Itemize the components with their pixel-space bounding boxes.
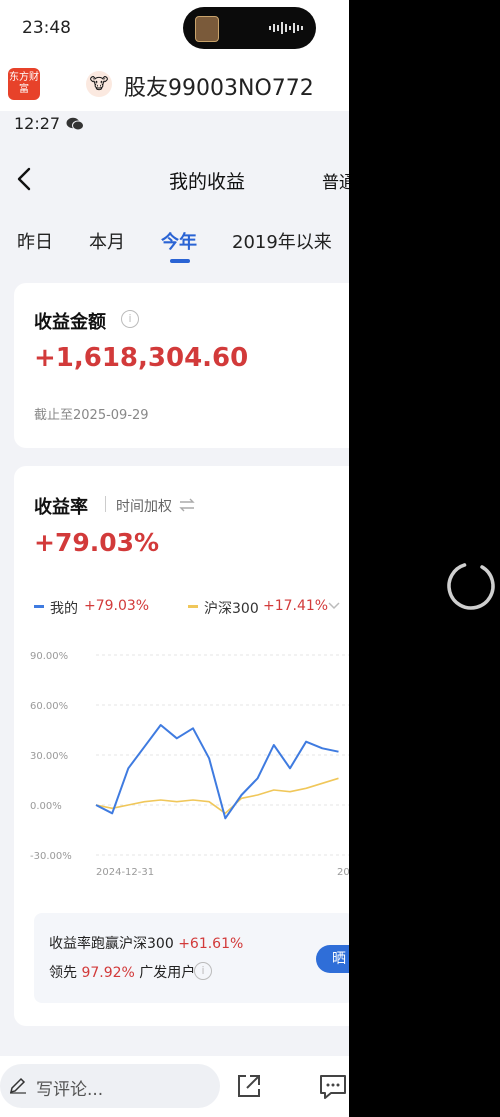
lead-suffix: 广发用户 <box>139 965 196 981</box>
media-thumbnail <box>195 16 219 42</box>
comment-input[interactable] <box>0 1064 220 1108</box>
dynamic-island[interactable] <box>183 7 316 49</box>
profit-title: 收益金额 <box>34 312 106 333</box>
app-logo[interactable]: 东方财富 <box>8 68 40 100</box>
phone-screen: 23:48 东方财富 🐮 股友99003NO772 12:27 我的收益 普通 … <box>0 0 349 1117</box>
swap-icon[interactable] <box>179 498 195 512</box>
avatar[interactable]: 🐮 <box>86 71 112 97</box>
series-line-hs300 <box>95 777 339 815</box>
y-tick-label: 60.00% <box>30 701 68 712</box>
summary-box <box>34 913 349 1003</box>
pencil-icon <box>9 1077 26 1094</box>
profit-amount: +1,618,304.60 <box>34 343 249 373</box>
status-time: 23:48 <box>22 18 71 38</box>
share-icon[interactable] <box>236 1073 262 1099</box>
beat-value: +61.61% <box>178 936 244 952</box>
y-tick-label: 30.00% <box>30 751 68 762</box>
sub-status-time: 12:27 <box>14 114 61 133</box>
y-tick-label: 90.00% <box>30 651 68 662</box>
black-overlay <box>349 0 500 1117</box>
x-tick-label: 20 <box>337 867 349 878</box>
tab-since-2019[interactable]: 2019年以来 <box>232 228 332 254</box>
x-tick-label: 2024-12-31 <box>96 867 154 878</box>
share-button[interactable]: 晒 <box>316 945 349 973</box>
y-tick-label: 0.00% <box>30 801 62 812</box>
time-weighted-toggle[interactable]: 时间加权 <box>116 496 172 516</box>
legend-hs300-swatch <box>188 605 198 608</box>
tab-this-month[interactable]: 本月 <box>89 228 125 254</box>
legend-mine-swatch <box>34 605 44 608</box>
summary-line1: 收益率跑赢沪深300 +61.61% <box>49 933 243 953</box>
info-icon-2[interactable]: i <box>194 962 212 980</box>
divider <box>105 496 106 512</box>
legend-hs300-value: +17.41% <box>263 598 329 614</box>
legend-hs300-label: 沪深300 <box>204 601 259 617</box>
username[interactable]: 股友99003NO772 <box>124 70 314 102</box>
lead-prefix: 领先 <box>49 965 77 981</box>
loading-spinner <box>447 562 495 610</box>
legend-mine-label: 我的 <box>50 601 78 617</box>
back-icon[interactable] <box>14 166 36 192</box>
summary-line2: 领先 97.92% 广发用户 <box>49 962 195 982</box>
nav-right-tab[interactable]: 普通 <box>322 168 349 193</box>
page-title: 我的收益 <box>169 171 246 193</box>
rate-value: +79.03% <box>34 528 160 557</box>
wechat-icon <box>66 117 84 131</box>
audio-wave-icon <box>269 22 303 34</box>
comment-placeholder: 写评论... <box>36 1080 104 1100</box>
tab-yesterday[interactable]: 昨日 <box>17 228 53 254</box>
as-of-date: 截止至2025-09-29 <box>34 408 149 423</box>
legend-mine-value: +79.03% <box>84 598 150 614</box>
lead-value: 97.92% <box>81 965 135 981</box>
rate-title: 收益率 <box>34 497 88 518</box>
chevron-down-icon[interactable] <box>328 601 340 611</box>
info-icon[interactable]: i <box>121 310 139 328</box>
rate-chart[interactable]: 90.00% 60.00% 30.00% 0.00% -30.00% 2024-12-31… <box>30 645 349 880</box>
y-tick-label: -30.00% <box>30 851 72 862</box>
beat-label: 收益率跑赢沪深300 <box>49 936 174 952</box>
tab-this-year[interactable]: 今年 <box>161 228 197 254</box>
comment-icon[interactable] <box>319 1073 347 1101</box>
active-tab-indicator <box>170 259 190 263</box>
